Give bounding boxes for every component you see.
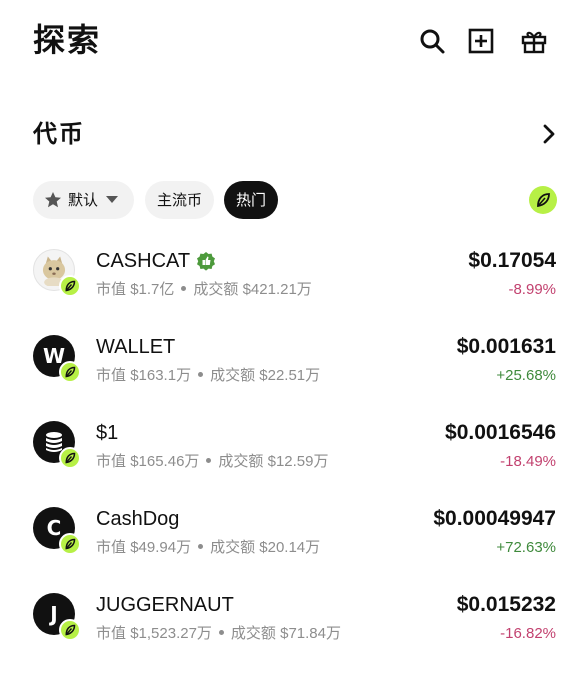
token-price: $0.17054 (468, 249, 556, 272)
page-title: 探索 (33, 21, 102, 59)
volume-label: 成交额 (230, 625, 276, 642)
tokens-section-header[interactable]: 代币 (0, 110, 588, 158)
token-price: $0.015232 (456, 593, 556, 616)
separator-dot (206, 458, 212, 464)
chain-badge (59, 619, 81, 641)
volume-value: $20.14万 (259, 539, 321, 556)
token-change: -18.49% (500, 453, 556, 470)
token-row[interactable]: W WALLET 市值 $163.1万 成交额 $22.51万 $0.001631… (0, 321, 588, 407)
token-name-row: $1 (96, 419, 118, 447)
volume-label: 成交额 (218, 453, 264, 470)
search-button[interactable] (417, 26, 447, 56)
token-name-row: WALLET (96, 333, 175, 361)
leaf-icon (65, 452, 76, 464)
token-name-row: CASHCAT (96, 247, 216, 275)
filter-default-dropdown[interactable]: 默认 (33, 181, 134, 219)
filter-hot[interactable]: 热门 (224, 181, 278, 219)
separator-dot (198, 544, 204, 550)
leaf-icon (65, 538, 76, 550)
volume-label: 成交额 (193, 281, 239, 298)
leaf-icon (65, 280, 76, 292)
leaf-icon (65, 624, 76, 636)
section-title: 代币 (33, 120, 85, 148)
chain-badge (59, 533, 81, 555)
chain-filter-button[interactable] (529, 186, 557, 214)
token-stats: 市值 $163.1万 成交额 $22.51万 (96, 365, 320, 387)
token-price: $0.001631 (456, 335, 556, 358)
gift-icon (521, 31, 547, 54)
token-name-row: CashDog (96, 505, 179, 533)
token-name: $1 (96, 422, 119, 444)
market-cap-label: 市值 (96, 453, 127, 470)
token-change: +72.63% (496, 539, 556, 556)
token-price: $0.00049947 (433, 507, 556, 530)
filter-bar: 默认 主流币 热门 (0, 181, 588, 219)
token-change: +25.68% (496, 367, 556, 384)
chain-badge (59, 361, 81, 383)
token-change: -8.99% (508, 281, 556, 298)
volume-value: $12.59万 (267, 453, 329, 470)
token-name: CashDog (96, 508, 180, 530)
add-button[interactable] (466, 26, 496, 56)
market-cap-value: $1.7亿 (130, 281, 175, 298)
verified-badge-icon (197, 252, 216, 271)
volume-label: 成交额 (210, 367, 256, 384)
chevron-down-icon (106, 196, 119, 203)
token-name: JUGGERNAUT (96, 594, 234, 616)
market-cap-label: 市值 (96, 281, 127, 298)
token-name: CASHCAT (96, 250, 191, 272)
header: 探索 (0, 0, 588, 84)
filter-default-label: 默认 (68, 191, 99, 209)
chain-badge (59, 447, 81, 469)
market-cap-value: $165.46万 (130, 453, 200, 470)
market-cap-value: $1,523.27万 (130, 625, 212, 642)
token-stats: 市值 $49.94万 成交额 $20.14万 (96, 537, 320, 559)
market-cap-label: 市值 (96, 625, 127, 642)
leaf-icon (537, 193, 550, 208)
gift-button[interactable] (519, 26, 549, 56)
search-icon (420, 29, 445, 54)
filter-mainstream[interactable]: 主流币 (145, 181, 214, 219)
token-row[interactable]: C CashDog 市值 $49.94万 成交额 $20.14万 $0.00049… (0, 493, 588, 579)
separator-dot (218, 630, 224, 636)
chevron-right-icon[interactable] (538, 122, 560, 146)
chain-badge (59, 275, 81, 297)
token-name-row: JUGGERNAUT (96, 591, 234, 619)
token-row[interactable]: CASHCAT 市值 $1.7亿 成交额 $421.21万 $0.17054 -8… (0, 235, 588, 321)
token-name: WALLET (96, 336, 176, 358)
separator-dot (198, 372, 204, 378)
market-cap-value: $163.1万 (130, 367, 192, 384)
volume-label: 成交额 (210, 539, 256, 556)
token-stats: 市值 $1.7亿 成交额 $421.21万 (96, 279, 312, 301)
leaf-icon (65, 366, 76, 378)
separator-dot (181, 286, 187, 292)
market-cap-label: 市值 (96, 367, 127, 384)
volume-value: $22.51万 (259, 367, 321, 384)
token-stats: 市值 $165.46万 成交额 $12.59万 (96, 451, 329, 473)
token-change: -16.82% (500, 625, 556, 642)
volume-value: $421.21万 (242, 281, 312, 298)
market-cap-value: $49.94万 (130, 539, 192, 556)
token-row[interactable]: J JUGGERNAUT 市值 $1,523.27万 成交额 $71.84万 $0… (0, 579, 588, 665)
star-icon (45, 192, 61, 208)
market-cap-label: 市值 (96, 539, 127, 556)
token-row[interactable]: $1 市值 $165.46万 成交额 $12.59万 $0.0016546 -18… (0, 407, 588, 493)
add-square-icon (468, 28, 494, 54)
volume-value: $71.84万 (280, 625, 341, 642)
token-stats: 市值 $1,523.27万 成交额 $71.84万 (96, 623, 341, 645)
token-price: $0.0016546 (445, 421, 556, 444)
